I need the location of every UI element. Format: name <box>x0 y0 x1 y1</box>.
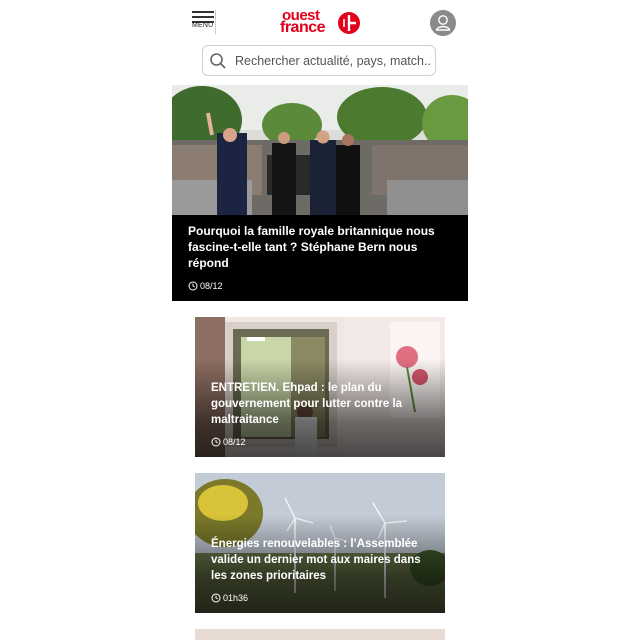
clock-icon <box>211 593 221 603</box>
menu-label: MENU <box>192 22 214 29</box>
article-title: ENTRETIEN. Ehpad : le plan du gouverneme… <box>211 382 403 426</box>
article-time-value: 08/12 <box>200 281 223 291</box>
menu-button[interactable]: MENU <box>192 10 216 32</box>
logo-mark-icon <box>338 12 360 34</box>
clock-icon <box>211 437 221 447</box>
search-input[interactable] <box>235 50 431 71</box>
user-account-icon[interactable] <box>430 10 456 36</box>
article-title: Pourquoi la famille royale britannique n… <box>188 224 435 270</box>
royal-family-photo <box>172 85 468 215</box>
menu-divider <box>215 10 216 34</box>
article-time-value: 01h36 <box>223 593 249 603</box>
search-icon <box>210 53 226 69</box>
search-bar[interactable] <box>202 45 436 76</box>
article-title: Énergies renouvelables : l’Assemblée val… <box>211 538 421 582</box>
ouest-france-logo[interactable]: ouest france <box>280 8 362 38</box>
article-card-featured[interactable]: Pourquoi la famille royale britannique n… <box>172 85 468 301</box>
article-time: 08/12 <box>211 437 246 447</box>
article-time: 08/12 <box>188 281 223 291</box>
page-column: MENU ouest france Rechercher actualité, … <box>172 0 468 640</box>
clock-icon <box>188 281 198 291</box>
article-time-value: 08/12 <box>223 437 246 447</box>
article-card[interactable]: Énergies renouvelables : l’Assemblée val… <box>195 473 445 613</box>
article-card-partial[interactable] <box>195 629 445 640</box>
article-card[interactable]: ENTRETIEN. Ehpad : le plan du gouverneme… <box>195 317 445 457</box>
article-time: 01h36 <box>211 593 248 603</box>
logo-word-france: france <box>280 19 326 36</box>
hamburger-icon-bar <box>192 16 214 18</box>
hamburger-icon <box>192 11 214 13</box>
